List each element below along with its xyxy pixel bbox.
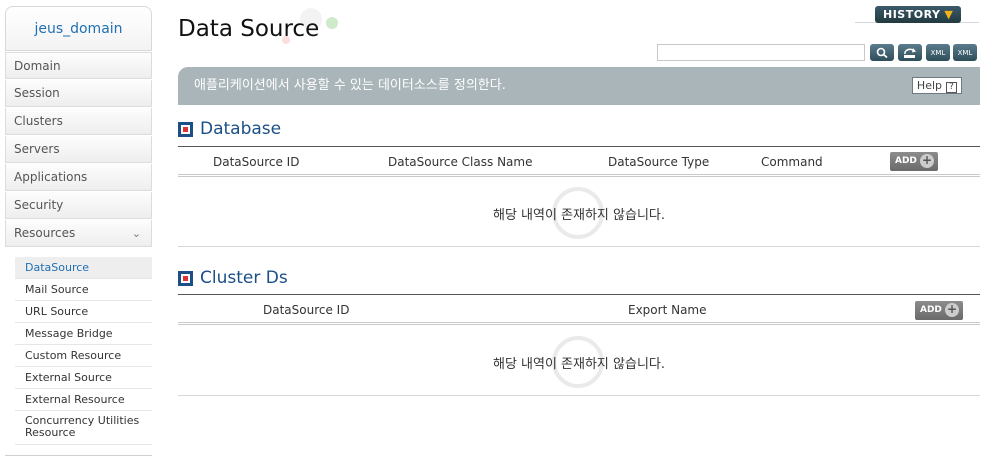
submenu-item-label: Mail Source bbox=[25, 283, 89, 296]
column-header: DataSource ID bbox=[213, 155, 300, 169]
sidebar-item-label: Session bbox=[14, 86, 60, 100]
submenu-item-custom-resource[interactable]: Custom Resource bbox=[15, 345, 152, 367]
refresh-button[interactable] bbox=[898, 44, 922, 61]
help-label: Help bbox=[916, 79, 942, 92]
sidebar-item-servers[interactable]: Servers bbox=[5, 136, 152, 163]
column-header: Command bbox=[761, 155, 823, 169]
sidebar-item-label: Applications bbox=[14, 170, 88, 184]
plus-icon: + bbox=[945, 302, 959, 317]
sidebar-item-label: Resources bbox=[14, 226, 76, 240]
submenu-item-label: Custom Resource bbox=[25, 349, 122, 362]
cluster-title: Cluster Ds bbox=[200, 268, 288, 288]
column-header: Export Name bbox=[628, 303, 707, 317]
refresh-icon bbox=[904, 47, 916, 58]
xml-import-icon: XML bbox=[957, 48, 973, 57]
history-label: HISTORY bbox=[883, 8, 941, 21]
divider bbox=[178, 395, 980, 396]
database-table-header: DataSource ID DataSource Class Name Data… bbox=[178, 146, 980, 177]
sidebar-item-label: Clusters bbox=[14, 114, 63, 128]
import-xml-button[interactable]: XML bbox=[953, 44, 977, 61]
sidebar: jeus_domain Domain Session Clusters Serv… bbox=[0, 0, 153, 458]
sidebar-item-domain[interactable]: Domain bbox=[5, 52, 152, 79]
database-empty-message: 해당 내역이 존재하지 않습니다. bbox=[492, 208, 665, 223]
description-banner: 애플리케이션에서 사용할 수 있는 데이터소스를 정의한다. Help? bbox=[178, 67, 980, 105]
sidebar-item-label: Domain bbox=[14, 59, 61, 73]
submenu-item-label: DataSource bbox=[25, 261, 90, 274]
submenu-item-external-resource[interactable]: External Resource bbox=[15, 389, 152, 411]
chevron-down-icon: ▼ bbox=[944, 8, 954, 21]
plus-icon: + bbox=[920, 153, 934, 168]
submenu-item-mail-source[interactable]: Mail Source bbox=[15, 279, 152, 301]
divider bbox=[178, 246, 980, 247]
add-cluster-button[interactable]: ADD + bbox=[915, 301, 963, 320]
add-label: ADD bbox=[895, 156, 917, 166]
database-title: Database bbox=[200, 119, 282, 139]
search-input[interactable] bbox=[657, 44, 865, 61]
sidebar-item-session[interactable]: Session bbox=[5, 80, 152, 107]
section-bullet-icon bbox=[178, 121, 193, 137]
chevron-down-icon: ⌄ bbox=[131, 227, 141, 240]
database-section-title: Database bbox=[178, 119, 281, 139]
cluster-table-header: DataSource ID Export Name ADD + bbox=[178, 294, 980, 325]
domain-name-header[interactable]: jeus_domain bbox=[5, 6, 152, 51]
add-database-button[interactable]: ADD + bbox=[890, 152, 938, 171]
column-header: DataSource Type bbox=[608, 155, 710, 169]
submenu-item-label: External Source bbox=[25, 371, 112, 384]
sidebar-item-security[interactable]: Security bbox=[5, 192, 152, 219]
submenu-item-label: URL Source bbox=[25, 305, 89, 318]
cluster-section-title: Cluster Ds bbox=[178, 268, 288, 288]
column-header: DataSource ID bbox=[263, 303, 350, 317]
submenu-item-label: Message Bridge bbox=[25, 327, 113, 340]
domain-name[interactable]: jeus_domain bbox=[34, 21, 122, 37]
submenu-item-datasource[interactable]: DataSource bbox=[15, 257, 152, 279]
xml-export-icon: XML bbox=[930, 48, 946, 57]
submenu-item-label: External Resource bbox=[25, 393, 125, 406]
submenu-item-label-line2: Resource bbox=[25, 426, 76, 439]
description-text: 애플리케이션에서 사용할 수 있는 데이터소스를 정의한다. bbox=[194, 78, 506, 93]
question-icon: ? bbox=[946, 82, 957, 93]
sidebar-item-resources[interactable]: Resources ⌄ bbox=[5, 220, 152, 247]
resources-submenu: DataSource Mail Source URL Source Messag… bbox=[15, 257, 152, 445]
search-button[interactable] bbox=[870, 44, 894, 61]
cluster-empty-message: 해당 내역이 존재하지 않습니다. bbox=[492, 357, 665, 372]
magnifier-icon bbox=[876, 47, 888, 58]
sidebar-item-label: Servers bbox=[14, 142, 60, 156]
page-title: Data Source bbox=[178, 16, 320, 42]
help-button[interactable]: Help? bbox=[911, 77, 962, 94]
submenu-item-message-bridge[interactable]: Message Bridge bbox=[15, 323, 152, 345]
add-label: ADD bbox=[920, 305, 942, 315]
column-header: DataSource Class Name bbox=[388, 155, 533, 169]
submenu-item-external-source[interactable]: External Source bbox=[15, 367, 152, 389]
export-xml-button[interactable]: XML bbox=[926, 44, 950, 61]
sidebar-item-applications[interactable]: Applications bbox=[5, 164, 152, 191]
section-bullet-icon bbox=[178, 270, 193, 286]
sidebar-item-label: Security bbox=[14, 198, 64, 212]
decorative-circle bbox=[326, 17, 338, 29]
submenu-item-concurrency-utilities[interactable]: Concurrency Utilities Resource bbox=[15, 411, 152, 445]
history-button[interactable]: HISTORY ▼ bbox=[875, 6, 961, 23]
submenu-item-url-source[interactable]: URL Source bbox=[15, 301, 152, 323]
sidebar-item-clusters[interactable]: Clusters bbox=[5, 108, 152, 135]
